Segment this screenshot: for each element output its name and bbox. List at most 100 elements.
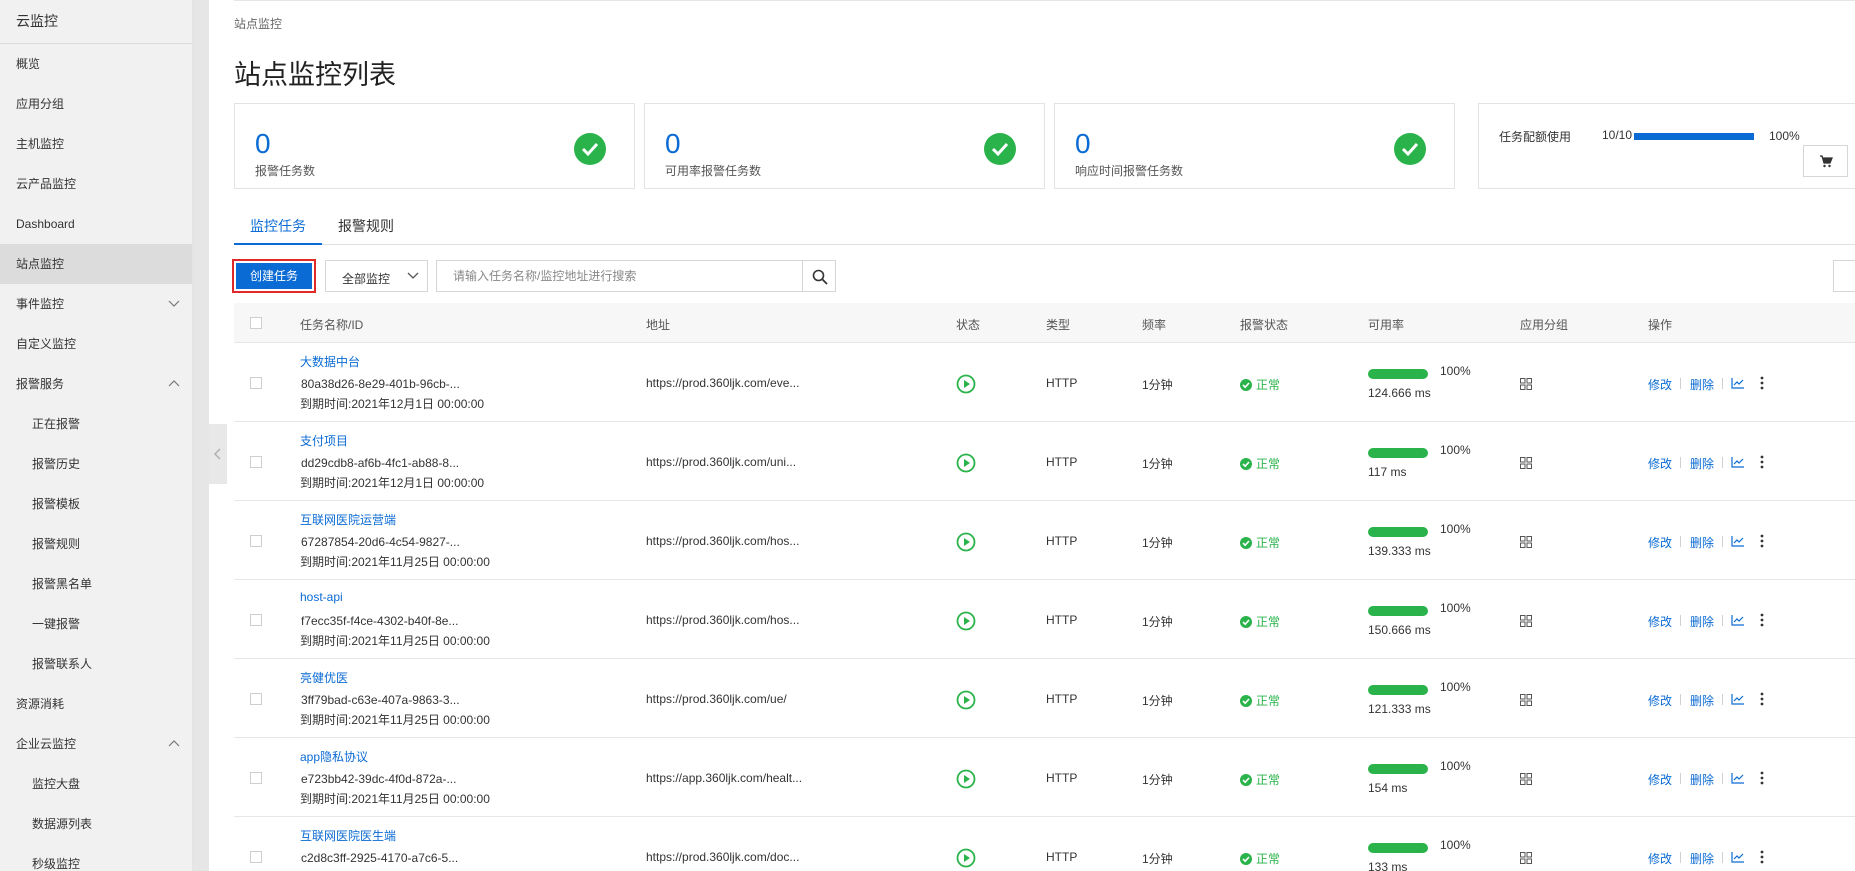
task-name-link[interactable]: 亮健优医 (300, 669, 348, 686)
task-name-link[interactable]: 支付项目 (300, 432, 348, 449)
line-chart-icon[interactable] (1731, 772, 1745, 784)
sidebar-item[interactable]: 报警联系人 (0, 644, 192, 684)
tab-alarm-rules[interactable]: 报警规则 (322, 213, 410, 245)
row-checkbox[interactable] (250, 535, 262, 547)
edit-link[interactable]: 修改 (1648, 692, 1672, 709)
play-status-icon[interactable] (956, 611, 976, 631)
create-task-label: 创建任务 (236, 263, 312, 289)
edit-link[interactable]: 修改 (1648, 613, 1672, 630)
app-group-icon[interactable] (1520, 694, 1532, 706)
task-name-link[interactable]: app隐私协议 (300, 748, 368, 765)
sidebar-item[interactable]: Dashboard (0, 204, 192, 244)
task-name-link[interactable]: host-api (300, 590, 343, 604)
edit-link[interactable]: 修改 (1648, 455, 1672, 472)
sidebar-collapse-button[interactable] (209, 424, 227, 484)
task-address: https://prod.360ljk.com/uni... (646, 455, 797, 469)
search-button[interactable] (802, 260, 836, 292)
row-checkbox[interactable] (250, 456, 262, 468)
edit-link[interactable]: 修改 (1648, 771, 1672, 788)
app-group-icon[interactable] (1520, 536, 1532, 548)
row-checkbox[interactable] (250, 377, 262, 389)
breadcrumb[interactable]: 站点监控 (234, 15, 282, 32)
page-title: 站点监控列表 (234, 60, 396, 90)
app-group-icon[interactable] (1520, 457, 1532, 469)
create-task-button[interactable]: 创建任务 (232, 259, 316, 293)
edit-link[interactable]: 修改 (1648, 376, 1672, 393)
monitor-filter-select[interactable]: 全部监控 (325, 260, 428, 292)
line-chart-icon[interactable] (1731, 614, 1745, 626)
app-group-icon[interactable] (1520, 615, 1532, 627)
task-name-link[interactable]: 互联网医院运营端 (300, 511, 396, 528)
more-vertical-icon[interactable] (1760, 850, 1764, 864)
row-checkbox[interactable] (250, 614, 262, 626)
buy-quota-button[interactable] (1803, 145, 1848, 177)
sidebar-item[interactable]: 报警模板 (0, 484, 192, 524)
sidebar-item[interactable]: 报警历史 (0, 444, 192, 484)
line-chart-icon[interactable] (1731, 851, 1745, 863)
refresh-button[interactable] (1833, 260, 1855, 292)
sidebar-item[interactable]: 报警规则 (0, 524, 192, 564)
filter-value: 全部监控 (342, 272, 391, 286)
sidebar-item[interactable]: 报警服务 (0, 364, 192, 404)
sidebar-item[interactable]: 应用分组 (0, 84, 192, 124)
task-frequency: 1分钟 (1142, 852, 1173, 866)
play-status-icon[interactable] (956, 374, 976, 394)
task-name-link[interactable]: 互联网医院医生端 (300, 827, 396, 844)
line-chart-icon[interactable] (1731, 535, 1745, 547)
sidebar-item[interactable]: 站点监控 (0, 244, 192, 284)
more-vertical-icon[interactable] (1760, 534, 1764, 548)
app-group-icon[interactable] (1520, 773, 1532, 785)
sidebar-item-label: 秒级监控 (32, 857, 81, 871)
line-chart-icon[interactable] (1731, 693, 1745, 705)
sidebar-item[interactable]: 报警黑名单 (0, 564, 192, 604)
sidebar-item[interactable]: 企业云监控 (0, 724, 192, 764)
app-group-icon[interactable] (1520, 378, 1532, 390)
sidebar-item[interactable]: 正在报警 (0, 404, 192, 444)
table-row: host-api f7ecc35f-f4ce-4302-b40f-8e... 到期时… (234, 580, 1855, 659)
line-chart-icon[interactable] (1731, 456, 1745, 468)
sidebar-item[interactable]: 资源消耗 (0, 684, 192, 724)
sidebar-scrollbar[interactable] (193, 0, 209, 871)
delete-link[interactable]: 删除 (1690, 692, 1714, 709)
sidebar-item[interactable]: 事件监控 (0, 284, 192, 324)
play-status-icon[interactable] (956, 848, 976, 868)
sidebar-item[interactable]: 数据源列表 (0, 804, 192, 844)
line-chart-icon[interactable] (1731, 377, 1745, 389)
delete-link[interactable]: 删除 (1690, 613, 1714, 630)
stat-label: 报警任务数 (255, 164, 316, 178)
more-vertical-icon[interactable] (1760, 376, 1764, 390)
sidebar-item[interactable]: 一键报警 (0, 604, 192, 644)
sidebar-item[interactable]: 概览 (0, 44, 192, 84)
sidebar-item[interactable]: 主机监控 (0, 124, 192, 164)
more-vertical-icon[interactable] (1760, 613, 1764, 627)
delete-link[interactable]: 删除 (1690, 771, 1714, 788)
sidebar-item[interactable]: 秒级监控 (0, 844, 192, 871)
row-checkbox[interactable] (250, 693, 262, 705)
sidebar-item[interactable]: 云产品监控 (0, 164, 192, 204)
delete-link[interactable]: 删除 (1690, 850, 1714, 867)
play-status-icon[interactable] (956, 690, 976, 710)
tab-monitor-tasks[interactable]: 监控任务 (234, 213, 322, 245)
delete-link[interactable]: 删除 (1690, 376, 1714, 393)
row-checkbox[interactable] (250, 772, 262, 784)
row-checkbox[interactable] (250, 851, 262, 863)
play-status-icon[interactable] (956, 532, 976, 552)
search-input[interactable] (436, 260, 803, 292)
more-vertical-icon[interactable] (1760, 455, 1764, 469)
play-status-icon[interactable] (956, 453, 976, 473)
app-group-icon[interactable] (1520, 852, 1532, 864)
select-all-checkbox[interactable] (250, 317, 262, 329)
sidebar-item[interactable]: 监控大盘 (0, 764, 192, 804)
divider (1680, 457, 1681, 468)
more-vertical-icon[interactable] (1760, 692, 1764, 706)
edit-link[interactable]: 修改 (1648, 850, 1672, 867)
table-row: 支付项目 dd29cdb8-af6b-4fc1-ab88-8... 到期时间:202… (234, 422, 1855, 501)
play-status-icon[interactable] (956, 769, 976, 789)
sidebar-item[interactable]: 自定义监控 (0, 324, 192, 364)
delete-link[interactable]: 删除 (1690, 534, 1714, 551)
stat-label: 响应时间报警任务数 (1075, 164, 1184, 178)
edit-link[interactable]: 修改 (1648, 534, 1672, 551)
delete-link[interactable]: 删除 (1690, 455, 1714, 472)
more-vertical-icon[interactable] (1760, 771, 1764, 785)
task-name-link[interactable]: 大数据中台 (300, 353, 360, 370)
